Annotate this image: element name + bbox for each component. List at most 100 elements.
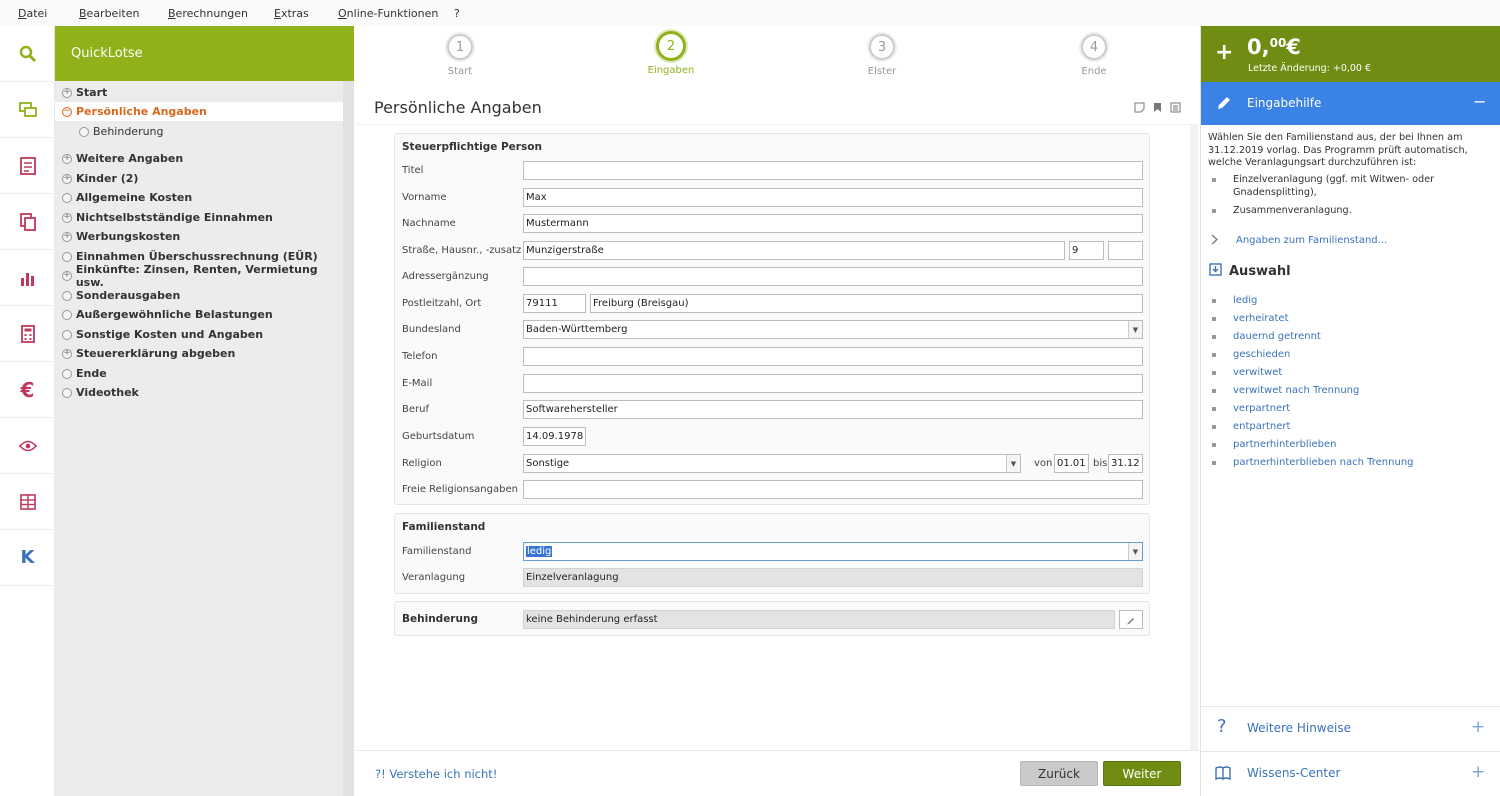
titel-input[interactable]	[523, 161, 1143, 180]
dont-understand-link[interactable]: ?! Verstehe ich nicht!	[375, 767, 497, 781]
familienstand-select[interactable]: ledig ▼	[523, 542, 1143, 561]
documents-icon[interactable]	[0, 194, 55, 250]
chat-icon[interactable]	[0, 82, 55, 138]
plz-input[interactable]: 79111	[523, 294, 586, 313]
auswahl-title: Auswahl	[1229, 264, 1291, 279]
back-button[interactable]: Zurück	[1020, 761, 1098, 786]
expand-icon[interactable]: +	[62, 270, 72, 281]
expand-icon[interactable]: +	[62, 153, 72, 164]
chart-icon[interactable]	[0, 250, 55, 306]
expand-icon[interactable]: +	[62, 231, 72, 242]
email-input[interactable]	[523, 374, 1143, 393]
von-input[interactable]: 01.01	[1054, 454, 1089, 473]
freie-religion-input[interactable]	[523, 480, 1143, 499]
menu-online-funktionen[interactable]: Online-Funktionen	[338, 7, 438, 20]
chevron-down-icon[interactable]: ▼	[1128, 543, 1142, 560]
eingabehilfe-header[interactable]: Eingabehilfe −	[1201, 82, 1500, 125]
auswahl-option[interactable]: geschieden	[1212, 349, 1290, 360]
step-eingaben[interactable]: 2 Eingaben	[631, 31, 711, 76]
bundesland-select[interactable]: Baden-Württemberg ▼	[523, 320, 1143, 339]
note-icon[interactable]	[1134, 102, 1145, 116]
quicklotse-item[interactable]: Außergewöhnliche Belastungen	[55, 305, 343, 324]
wissens-center-section[interactable]: Wissens-Center +	[1201, 752, 1500, 796]
bookmark-icon[interactable]	[1153, 102, 1162, 116]
auswahl-option[interactable]: verwitwet nach Trennung	[1212, 385, 1359, 396]
expand-icon[interactable]: +	[62, 348, 72, 359]
auswahl-option-label: verwitwet	[1233, 367, 1283, 378]
minimize-icon[interactable]: −	[1473, 92, 1486, 111]
quicklotse-item[interactable]: Videothek	[55, 383, 343, 402]
refund-amount: 0,00€	[1247, 35, 1301, 59]
quicklotse-item[interactable]: Behinderung	[55, 122, 343, 141]
quicklotse-item[interactable]: − Persönliche Angaben	[55, 102, 343, 121]
quicklotse-item[interactable]: + Weitere Angaben	[55, 149, 343, 168]
next-button[interactable]: Weiter	[1103, 761, 1181, 786]
search-icon[interactable]	[0, 26, 55, 82]
ort-input[interactable]: Freiburg (Breisgau)	[590, 294, 1143, 313]
auswahl-option[interactable]: partnerhinterblieben nach Trennung	[1212, 457, 1414, 468]
geburtsdatum-input[interactable]: 14.09.1978	[523, 427, 586, 446]
quicklotse-item[interactable]: + Kinder (2)	[55, 169, 343, 188]
quicklotse-item[interactable]: Sonstige Kosten und Angaben	[55, 325, 343, 344]
form-icon[interactable]	[0, 138, 55, 194]
familienstand-info-link[interactable]: Angaben zum Familienstand...	[1236, 235, 1387, 246]
chevron-down-icon[interactable]: ▼	[1006, 455, 1020, 472]
edit-button[interactable]	[1119, 610, 1143, 629]
expand-icon[interactable]: +	[1471, 762, 1485, 782]
quicklotse-item[interactable]: + Einkünfte: Zinsen, Renten, Vermietung u…	[55, 263, 343, 289]
adresse-input[interactable]	[523, 267, 1143, 286]
grid-icon[interactable]	[0, 474, 55, 530]
step-number: 2	[656, 31, 686, 61]
quicklotse-item[interactable]: + Steuererklärung abgeben	[55, 344, 343, 363]
k-icon[interactable]: K	[0, 530, 55, 586]
bis-input[interactable]: 31.12	[1108, 454, 1143, 473]
auswahl-option[interactable]: verheiratet	[1212, 313, 1289, 324]
expand-icon[interactable]: +	[62, 212, 72, 223]
nachname-input[interactable]: Mustermann	[523, 214, 1143, 233]
collapse-icon[interactable]: −	[62, 106, 72, 117]
auswahl-option[interactable]: verpartnert	[1212, 403, 1290, 414]
auswahl-option[interactable]: verwitwet	[1212, 367, 1282, 378]
menu-datei[interactable]: Datei	[18, 7, 47, 20]
list-icon[interactable]	[1170, 102, 1181, 116]
quicklotse-scrollbar[interactable]	[343, 81, 354, 796]
circle-icon	[62, 329, 72, 340]
step-ende[interactable]: 4 Ende	[1054, 34, 1134, 77]
religion-select[interactable]: Sonstige ▼	[523, 454, 1021, 473]
hausnr-input[interactable]: 9	[1069, 241, 1104, 260]
strasse-input[interactable]: Munzigerstraße	[523, 241, 1065, 260]
weitere-hinweise-label: Weitere Hinweise	[1247, 721, 1351, 735]
step-start[interactable]: 1 Start	[420, 34, 500, 77]
step-label: Elster	[867, 66, 897, 77]
quicklotse-item[interactable]: Sonderausgaben	[55, 286, 343, 305]
auswahl-option[interactable]: dauernd getrennt	[1212, 331, 1321, 342]
weitere-hinweise-section[interactable]: ? Weitere Hinweise +	[1201, 707, 1500, 751]
zusatz-input[interactable]	[1108, 241, 1143, 260]
expand-icon[interactable]: +	[1471, 717, 1485, 737]
euro-icon[interactable]: €	[0, 362, 55, 418]
quicklotse-item[interactable]: Ende	[55, 364, 343, 383]
menu-help[interactable]: ?	[454, 7, 460, 20]
expand-icon[interactable]: +	[62, 173, 72, 184]
step-elster[interactable]: 3 Elster	[842, 34, 922, 77]
beruf-input[interactable]: Softwarehersteller	[523, 400, 1143, 419]
quicklotse-item[interactable]: + Start	[55, 83, 343, 102]
menu-bearbeiten[interactable]: Bearbeiten	[79, 7, 139, 20]
von-label: von	[1034, 458, 1053, 469]
calculator-icon[interactable]	[0, 306, 55, 362]
eye-icon[interactable]	[0, 418, 55, 474]
quicklotse-item[interactable]: + Werbungskosten	[55, 227, 343, 246]
quicklotse-item[interactable]: Allgemeine Kosten	[55, 188, 343, 207]
vorname-input[interactable]: Max	[523, 188, 1143, 207]
quicklotse-item[interactable]: + Nichtselbstständige Einnahmen	[55, 208, 343, 227]
auswahl-option[interactable]: entpartnert	[1212, 421, 1290, 432]
chevron-down-icon[interactable]: ▼	[1128, 321, 1142, 338]
menu-berechnungen[interactable]: Berechnungen	[168, 7, 248, 20]
telefon-input[interactable]	[523, 347, 1143, 366]
auswahl-option[interactable]: ledig	[1212, 295, 1257, 306]
expand-icon[interactable]: +	[62, 87, 72, 98]
menu-extras[interactable]: Extras	[274, 7, 309, 20]
content-scrollbar[interactable]	[1190, 124, 1198, 750]
step-number: 4	[1081, 34, 1107, 60]
auswahl-option[interactable]: partnerhinterblieben	[1212, 439, 1336, 450]
